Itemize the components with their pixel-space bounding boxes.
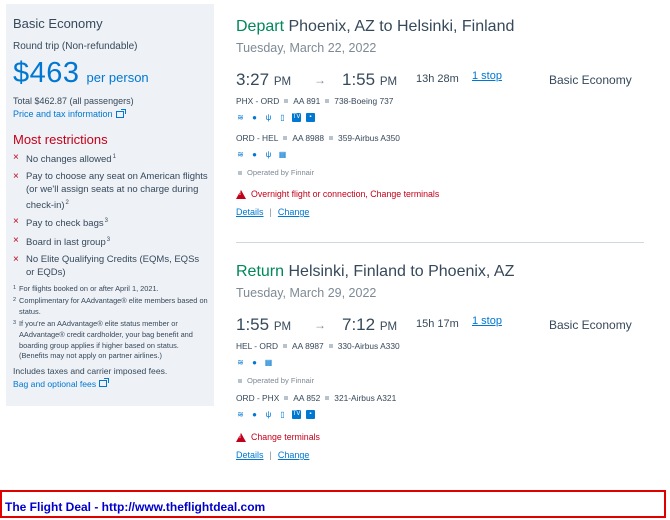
restriction-item: × No changes allowed1 xyxy=(13,152,116,166)
footer-banner: The Flight Deal - http://www.theflightde… xyxy=(0,490,666,518)
bag-fees-link-label[interactable]: Bag and optional fees xyxy=(13,379,96,389)
duration: 15h 17m xyxy=(416,318,459,330)
arrow-icon: → xyxy=(314,73,326,87)
segment-2: ORD - PHX AA 852 321-Airbus A321 xyxy=(236,393,397,403)
wifi-icon: ≋ xyxy=(237,410,244,419)
per-person-label: per person xyxy=(86,70,149,85)
x-icon: × xyxy=(13,170,19,182)
depart-date: Tuesday, March 22, 2022 xyxy=(236,41,377,55)
wifi-icon: ≋ xyxy=(237,113,244,122)
return-section: Return Helsinki, Finland to Phoenix, AZ … xyxy=(236,263,644,460)
price-row: $463 per person xyxy=(13,57,214,90)
power-icon: ● xyxy=(252,113,257,122)
price-tax-link-label[interactable]: Price and tax information xyxy=(13,109,113,119)
stops-link[interactable]: 1 stop xyxy=(472,70,502,82)
operated-by: Operated by Finnair xyxy=(236,168,644,177)
segment-1: PHX - ORD AA 891 738-Boeing 737 xyxy=(236,96,394,106)
return-links: Details | Change xyxy=(236,450,310,460)
restrictions-list: × No changes allowed1 × Pay to choose any … xyxy=(13,151,214,280)
external-link-icon xyxy=(115,108,126,118)
wifi-icon: ≋ xyxy=(237,358,244,367)
change-link[interactable]: Change xyxy=(278,207,310,217)
return-warning: Change terminals xyxy=(236,432,644,442)
x-icon: × xyxy=(13,234,19,246)
depart-keyword: Depart xyxy=(236,18,285,35)
external-link-icon xyxy=(99,378,110,388)
taxes-note: Includes taxes and carrier imposed fees. xyxy=(13,365,168,376)
duration: 13h 28m xyxy=(416,73,459,85)
depart-title: Depart Phoenix, AZ to Helsinki, Finland xyxy=(236,18,644,36)
arrival-time: 7:12 PM xyxy=(342,315,398,334)
restriction-item: × No Elite Qualifying Credits (EQMs, EQSs… xyxy=(13,253,200,279)
price-tax-link[interactable]: Price and tax information xyxy=(13,108,214,119)
operated-by: Operated by Finnair xyxy=(236,376,644,385)
return-title: Return Helsinki, Finland to Phoenix, AZ xyxy=(236,263,644,281)
restrictions-title: Most restrictions xyxy=(13,132,108,147)
price: $463 xyxy=(13,57,80,89)
cabin-class: Basic Economy xyxy=(549,73,632,87)
fare-name: Basic Economy xyxy=(13,16,103,31)
depart-summary: 3:27 PM → 1:55 PM 13h 28m 1 stop Basic E… xyxy=(236,70,644,94)
app-icon: ▪ xyxy=(306,113,315,122)
depart-warning: Overnight flight or connection, Change t… xyxy=(236,189,644,199)
footnote: 3 If you're an AAdvantage® elite status m… xyxy=(13,319,193,361)
footnotes: 1 For flights booked on or after April 1,… xyxy=(13,284,214,362)
restriction-item: × Pay to choose any seat on American flig… xyxy=(13,170,208,211)
section-divider xyxy=(236,242,644,243)
entertainment-icon: ▦ xyxy=(278,150,287,159)
tv-icon: TV xyxy=(292,113,301,122)
depart-route: Phoenix, AZ to Helsinki, Finland xyxy=(288,18,515,35)
change-link[interactable]: Change xyxy=(278,450,310,460)
restriction-item: × Board in last group3 xyxy=(13,234,111,249)
power-icon: ● xyxy=(252,358,257,367)
usb-icon: ψ xyxy=(265,410,272,419)
depart-links: Details | Change xyxy=(236,207,310,217)
phone-icon: ▯ xyxy=(280,113,285,122)
power-icon: ● xyxy=(252,410,257,419)
footer-text: The Flight Deal - http://www.theflightde… xyxy=(5,500,266,514)
x-icon: × xyxy=(13,253,19,265)
details-link[interactable]: Details xyxy=(236,207,264,217)
footnote: 2 Complimentary for AAdvantage® elite mem… xyxy=(13,296,208,316)
x-icon: × xyxy=(13,152,19,163)
details-link[interactable]: Details xyxy=(236,450,264,460)
amenities: ≋ ● ▦ xyxy=(236,357,644,368)
amenities: ≋ ● ψ ▦ xyxy=(236,149,644,160)
total-price: Total $462.87 (all passengers) xyxy=(13,96,134,106)
tv-icon: TV xyxy=(292,410,301,419)
footnote: 1 For flights booked on or after April 1,… xyxy=(13,283,159,293)
trip-type: Round trip (Non-refundable) xyxy=(13,41,138,52)
warning-icon xyxy=(236,432,246,442)
return-keyword: Return xyxy=(236,263,285,280)
restriction-item: × Pay to check bags3 xyxy=(13,216,108,230)
warning-icon xyxy=(236,189,246,199)
wifi-icon: ≋ xyxy=(237,150,244,159)
phone-icon: ▯ xyxy=(280,410,285,419)
x-icon: × xyxy=(13,216,19,228)
entertainment-icon: ▦ xyxy=(264,358,273,367)
power-icon: ● xyxy=(252,150,257,159)
segment-2: ORD - HEL AA 8988 359-Airbus A350 xyxy=(236,133,400,143)
amenities: ≋ ● ψ ▯ TV ▪ xyxy=(236,409,644,420)
fare-summary-panel: Basic Economy Round trip (Non-refundable… xyxy=(6,4,214,406)
stops-link[interactable]: 1 stop xyxy=(472,315,502,327)
segment-1: HEL - ORD AA 8987 330-Airbus A330 xyxy=(236,341,400,351)
depart-section: Depart Phoenix, AZ to Helsinki, Finland … xyxy=(236,18,644,217)
return-date: Tuesday, March 29, 2022 xyxy=(236,286,377,300)
arrival-time: 1:55 PM xyxy=(342,70,398,89)
app-icon: ▪ xyxy=(306,410,315,419)
cabin-class: Basic Economy xyxy=(549,318,632,332)
usb-icon: ψ xyxy=(265,113,272,122)
return-route: Helsinki, Finland to Phoenix, AZ xyxy=(288,263,515,280)
amenities: ≋ ● ψ ▯ TV ▪ xyxy=(236,112,644,123)
return-summary: 1:55 PM → 7:12 PM 15h 17m 1 stop Basic E… xyxy=(236,315,644,339)
depart-time: 3:27 PM xyxy=(236,70,292,89)
bag-fees-link[interactable]: Bag and optional fees xyxy=(13,378,214,389)
arrow-icon: → xyxy=(314,318,326,332)
usb-icon: ψ xyxy=(265,150,272,159)
depart-time: 1:55 PM xyxy=(236,315,292,334)
